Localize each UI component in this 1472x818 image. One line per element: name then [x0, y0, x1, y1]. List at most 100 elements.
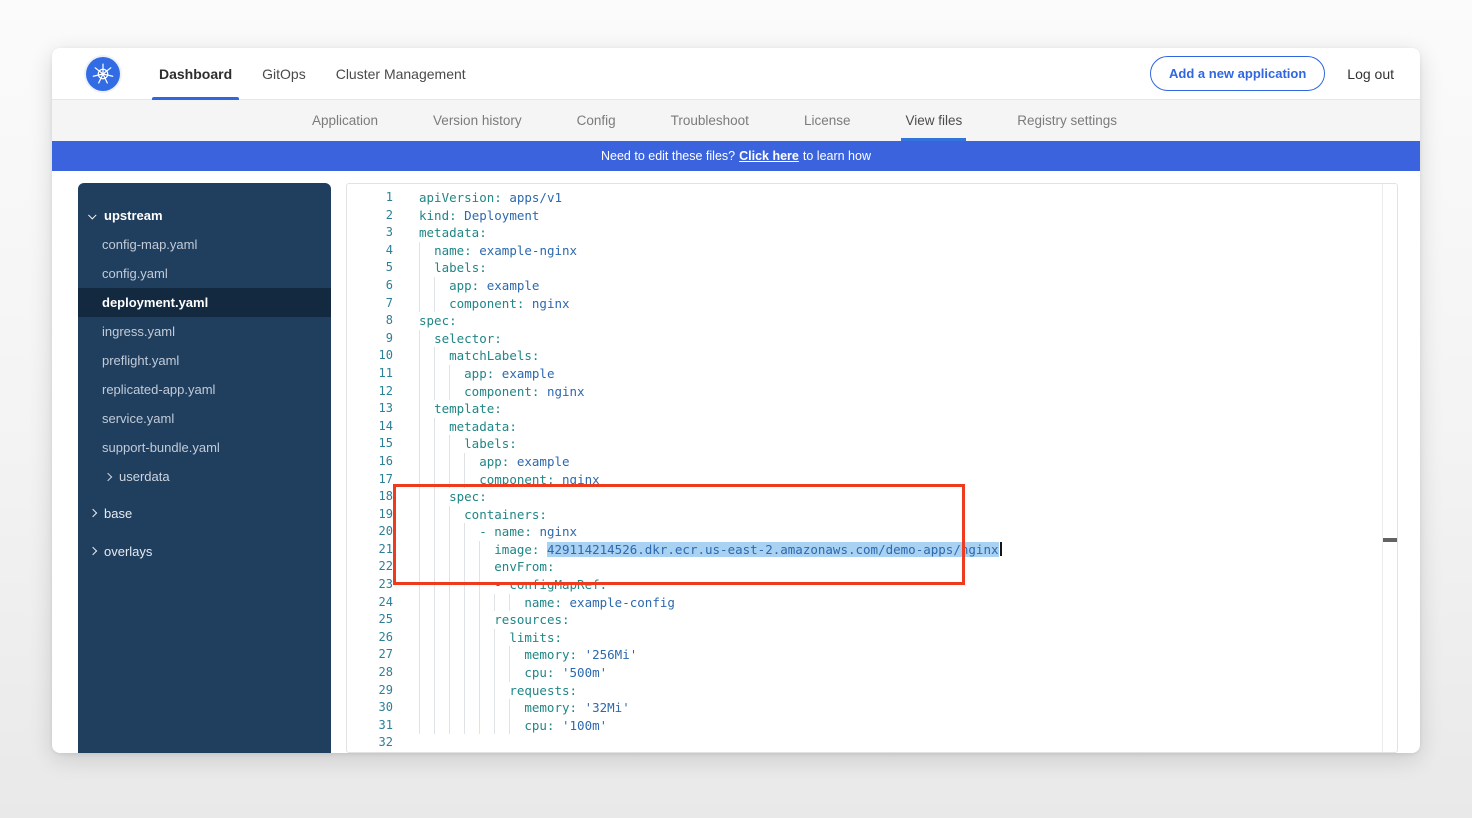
code-line-12[interactable]: 12 component: nginx	[347, 383, 1397, 401]
add-application-button[interactable]: Add a new application	[1150, 56, 1325, 91]
indent-guide	[509, 717, 510, 735]
indent-guide	[434, 629, 435, 647]
banner-text-after: to learn how	[803, 149, 871, 163]
code-line-19[interactable]: 19 containers:	[347, 506, 1397, 524]
indent-guide	[449, 558, 450, 576]
tab-license[interactable]: License	[804, 100, 851, 141]
code-line-5[interactable]: 5 labels:	[347, 259, 1397, 277]
tree-file-replicated-app-yaml[interactable]: replicated-app.yaml	[78, 375, 331, 404]
code-text: component: nginx	[419, 383, 1397, 401]
tree-file-config-yaml[interactable]: config.yaml	[78, 259, 331, 288]
admin-console-window: DashboardGitOpsCluster Management Add a …	[52, 48, 1420, 753]
code-line-23[interactable]: 23 - configMapRef:	[347, 576, 1397, 594]
code-line-11[interactable]: 11 app: example	[347, 365, 1397, 383]
code-text: app: example	[419, 365, 1397, 383]
tree-folder-base[interactable]: base	[78, 497, 331, 529]
tree-folder-upstream[interactable]: upstream	[78, 201, 331, 230]
tree-file-deployment-yaml[interactable]: deployment.yaml	[78, 288, 331, 317]
line-number: 16	[347, 453, 393, 471]
indent-guide	[419, 418, 420, 436]
indent-guide	[434, 347, 435, 365]
tab-application[interactable]: Application	[312, 100, 378, 141]
code-line-2[interactable]: 2kind: Deployment	[347, 207, 1397, 225]
line-number: 22	[347, 558, 393, 576]
editor-scrollbar[interactable]	[1382, 184, 1397, 752]
code-line-28[interactable]: 28 cpu: '500m'	[347, 664, 1397, 682]
code-line-31[interactable]: 31 cpu: '100m'	[347, 717, 1397, 735]
indent-guide	[449, 576, 450, 594]
code-line-13[interactable]: 13 template:	[347, 400, 1397, 418]
code-line-25[interactable]: 25 resources:	[347, 611, 1397, 629]
indent-guide	[419, 717, 420, 735]
code-line-6[interactable]: 6 app: example	[347, 277, 1397, 295]
code-line-1[interactable]: 1apiVersion: apps/v1	[347, 189, 1397, 207]
chevron-down-icon	[88, 211, 96, 219]
tab-registry-settings[interactable]: Registry settings	[1017, 100, 1117, 141]
indent-guide	[509, 699, 510, 717]
code-line-8[interactable]: 8spec:	[347, 312, 1397, 330]
indent-guide	[434, 435, 435, 453]
banner-click-here-link[interactable]: Click here	[739, 149, 799, 163]
code-line-18[interactable]: 18 spec:	[347, 488, 1397, 506]
code-line-27[interactable]: 27 memory: '256Mi'	[347, 646, 1397, 664]
nav-item-cluster-management[interactable]: Cluster Management	[321, 48, 481, 100]
nav-item-dashboard[interactable]: Dashboard	[144, 48, 247, 100]
code-line-17[interactable]: 17 component: nginx	[347, 471, 1397, 489]
indent-guide	[494, 629, 495, 647]
indent-guide	[449, 611, 450, 629]
indent-guide	[434, 594, 435, 612]
indent-guide	[479, 717, 480, 735]
code-text: selector:	[419, 330, 1397, 348]
tree-folder-userdata[interactable]: userdata	[78, 462, 331, 491]
line-number: 32	[347, 734, 393, 752]
tree-file-preflight-yaml[interactable]: preflight.yaml	[78, 346, 331, 375]
code-line-22[interactable]: 22 envFrom:	[347, 558, 1397, 576]
logout-link[interactable]: Log out	[1347, 66, 1394, 82]
indent-guide	[449, 699, 450, 717]
tree-file-ingress-yaml[interactable]: ingress.yaml	[78, 317, 331, 346]
code-line-30[interactable]: 30 memory: '32Mi'	[347, 699, 1397, 717]
indent-guide	[434, 453, 435, 471]
code-line-26[interactable]: 26 limits:	[347, 629, 1397, 647]
nav-item-gitops[interactable]: GitOps	[247, 48, 321, 100]
tree-file-support-bundle-yaml[interactable]: support-bundle.yaml	[78, 433, 331, 462]
indent-guide	[464, 664, 465, 682]
code-line-24[interactable]: 24 name: example-config	[347, 594, 1397, 612]
selected-text: 429114214526.dkr.ecr.us-east-2.amazonaws…	[547, 542, 999, 557]
tab-version-history[interactable]: Version history	[433, 100, 522, 141]
code-line-32[interactable]: 32	[347, 734, 1397, 752]
indent-guide	[419, 523, 420, 541]
tree-folder-overlays[interactable]: overlays	[78, 535, 331, 567]
code-line-14[interactable]: 14 metadata:	[347, 418, 1397, 436]
line-number: 28	[347, 664, 393, 682]
code-line-21[interactable]: 21 image: 429114214526.dkr.ecr.us-east-2…	[347, 541, 1397, 559]
indent-guide	[419, 400, 420, 418]
code-line-16[interactable]: 16 app: example	[347, 453, 1397, 471]
tab-config[interactable]: Config	[577, 100, 616, 141]
code-line-10[interactable]: 10 matchLabels:	[347, 347, 1397, 365]
line-number: 31	[347, 717, 393, 735]
indent-guide	[464, 576, 465, 594]
tree-file-service-yaml[interactable]: service.yaml	[78, 404, 331, 433]
code-line-9[interactable]: 9 selector:	[347, 330, 1397, 348]
indent-guide	[449, 506, 450, 524]
indent-guide	[449, 594, 450, 612]
banner-text-before: Need to edit these files?	[601, 149, 735, 163]
tree-item-label: ingress.yaml	[102, 324, 175, 339]
indent-guide	[434, 471, 435, 489]
code-line-20[interactable]: 20 - name: nginx	[347, 523, 1397, 541]
code-line-29[interactable]: 29 requests:	[347, 682, 1397, 700]
line-number: 18	[347, 488, 393, 506]
indent-guide	[434, 646, 435, 664]
tree-file-config-map-yaml[interactable]: config-map.yaml	[78, 230, 331, 259]
code-line-3[interactable]: 3metadata:	[347, 224, 1397, 242]
code-text: - name: nginx	[419, 523, 1397, 541]
line-number: 12	[347, 383, 393, 401]
tab-view-files[interactable]: View files	[905, 100, 962, 141]
code-line-15[interactable]: 15 labels:	[347, 435, 1397, 453]
code-line-7[interactable]: 7 component: nginx	[347, 295, 1397, 313]
indent-guide	[464, 558, 465, 576]
code-line-4[interactable]: 4 name: example-nginx	[347, 242, 1397, 260]
tab-troubleshoot[interactable]: Troubleshoot	[671, 100, 749, 141]
indent-guide	[509, 594, 510, 612]
